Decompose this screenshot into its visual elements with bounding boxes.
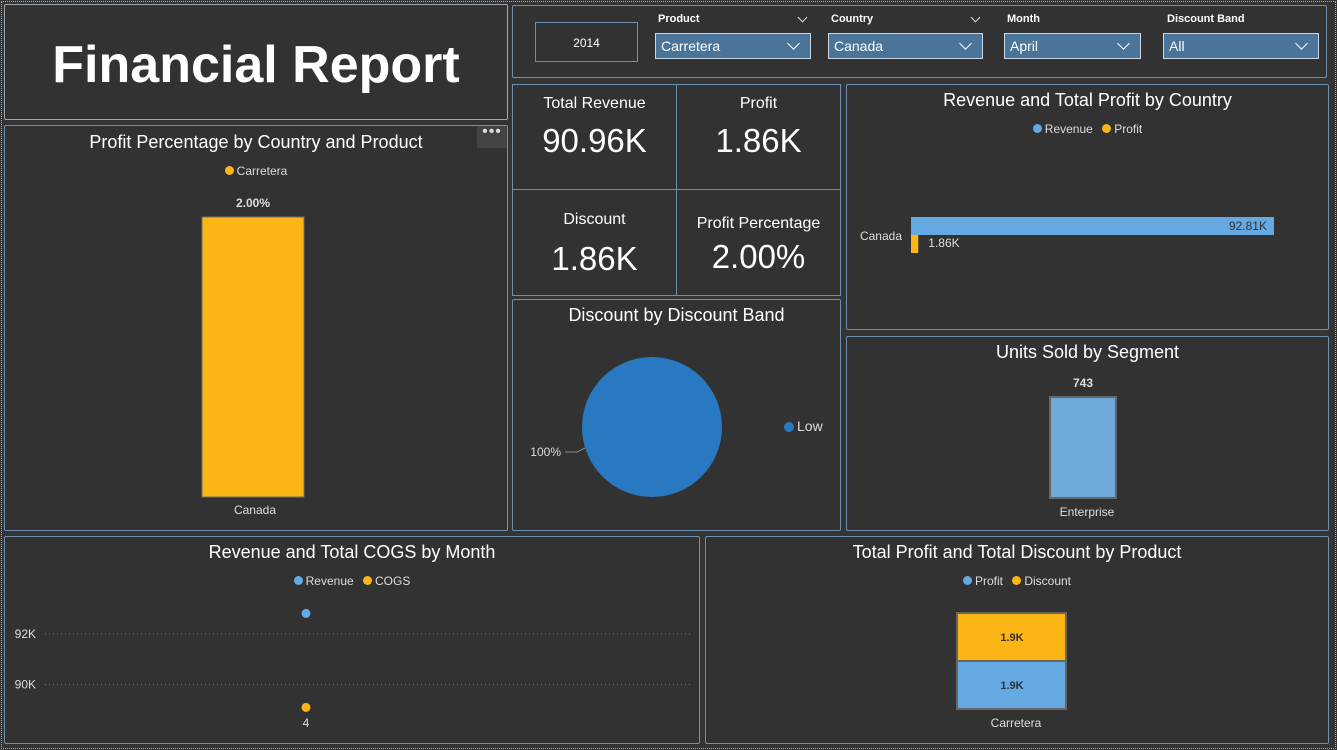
country-dropdown-value: Canada [834,38,884,54]
kpi-value: 1.86K [551,240,638,277]
chart-bar [201,216,305,498]
chevron-down-icon[interactable] [797,12,808,23]
chevron-down-icon [1117,37,1130,50]
chart-bar [911,217,1274,235]
kpi-value: 90.96K [542,122,647,159]
legend-dot [784,422,794,432]
y-tick-label: 90K [15,678,36,692]
y-tick-label: Canada [860,229,902,243]
x-tick-label: 4 [303,716,310,730]
chart-bar [1049,396,1117,499]
discount-band-dropdown[interactable]: All [1163,33,1319,59]
data-label: 1.9K [1000,632,1023,644]
kpi-label: Profit [739,95,778,112]
product-slicer-label: Product [658,13,700,25]
month-slicer-label: Month [1007,13,1040,25]
chart-bar [911,235,919,253]
discount-band-pie-plot: 100% Low [530,357,824,497]
data-label: 2.00% [236,196,270,210]
pie-leader-line [565,447,586,453]
discount-band-slicer-label: Discount Band [1167,13,1245,25]
month-dropdown[interactable]: April [1004,33,1141,59]
discount-band-dropdown-value: All [1169,38,1185,54]
page-title: Financial Report [52,36,460,94]
profit-percentage-chart-plot: 2.00% Canada [201,196,305,517]
x-tick-label: Enterprise [1060,505,1115,519]
year-slicer[interactable]: 2014 [535,22,638,62]
kpi-value: 2.00% [711,238,806,275]
product-dropdown-value: Carretera [661,38,721,54]
units-sold-segment-plot: 743 Enterprise [1049,376,1117,519]
title-panel: Financial Report [4,4,508,120]
x-tick-label: Carretera [991,716,1042,730]
chevron-down-icon[interactable] [970,12,981,23]
month-dropdown-value: April [1010,38,1039,54]
data-label: 743 [1073,376,1093,390]
kpi-profit-card: Profit 1.86K [676,84,841,190]
kpi-total-revenue-card: Total Revenue 90.96K [512,84,677,190]
profit-discount-product-panel[interactable]: Total Profit and Total Discount by Produ… [705,536,1329,744]
kpi-value: 1.86K [715,122,802,159]
revenue-cogs-month-panel[interactable]: Revenue and Total COGS by Month Revenue … [4,536,700,744]
discount-band-chart-panel[interactable]: Discount by Discount Band 100% Low [512,299,841,531]
revenue-profit-country-panel[interactable]: Revenue and Total Profit by Country Reve… [846,84,1329,330]
chevron-down-icon [959,37,972,50]
units-sold-segment-panel[interactable]: Units Sold by Segment 743 Enterprise [846,336,1329,531]
kpi-label: Total Revenue [543,95,646,112]
data-label: 1.86K [928,236,959,250]
profit-discount-product-plot: 1.9K 1.9K Carretera [956,612,1067,730]
filters-panel: 2014 Product Carretera Country Canada Mo… [512,5,1327,78]
data-point [301,702,311,712]
country-slicer-label: Country [831,13,874,25]
kpi-profit-percentage-card: Profit Percentage 2.00% [676,189,841,296]
pie-slice [582,357,722,497]
profit-percentage-chart-panel[interactable]: Profit Percentage by Country and Product… [4,124,508,531]
y-tick-label: 92K [15,627,36,641]
x-tick-label: Canada [234,503,276,517]
data-point [301,608,311,618]
country-dropdown[interactable]: Canada [828,33,983,59]
product-dropdown[interactable]: Carretera [655,33,811,59]
kpi-label: Discount [563,211,626,228]
chevron-down-icon [787,37,800,50]
legend-label: Low [797,418,824,434]
pie-data-label: 100% [530,445,561,459]
revenue-cogs-month-plot: 92K 90K 4 [15,608,691,730]
chevron-down-icon [1295,37,1308,50]
data-label: 1.9K [1000,680,1023,692]
kpi-label: Profit Percentage [696,215,821,232]
kpi-discount-card: Discount 1.86K [512,189,677,296]
data-label: 92.81K [1229,219,1267,233]
revenue-profit-country-plot: 92.81K 1.86K Canada [860,217,1274,253]
